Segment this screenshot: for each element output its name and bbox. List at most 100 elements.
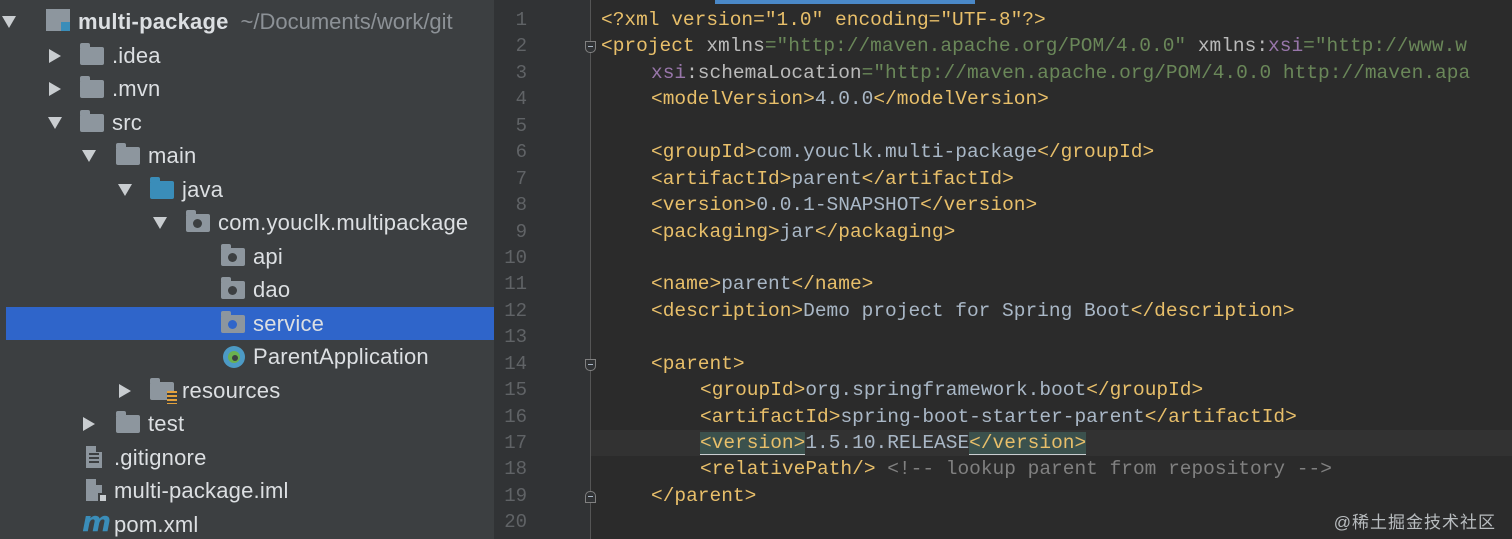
tree-item-package[interactable]: com.youclk.multipackage — [0, 206, 494, 239]
folder-icon — [116, 142, 142, 168]
code-line: <packaging>jar</packaging> — [651, 219, 955, 245]
tree-item-label: pom.xml — [114, 511, 199, 537]
line-number: 15 — [504, 379, 527, 401]
xml-attr: xmlns — [1186, 35, 1257, 57]
expand-arrow-icon[interactable] — [46, 72, 64, 105]
xml-text: parent — [791, 168, 862, 190]
tree-item-label: ParentApplication — [253, 343, 429, 369]
folder-icon — [80, 42, 106, 68]
fold-marker-icon[interactable] — [585, 491, 596, 503]
xml-tag: <version> — [651, 194, 757, 216]
xml-text: Demo project for Spring Boot — [803, 300, 1131, 322]
project-path: ~/Documents/work/git — [240, 8, 453, 34]
tree-item-parent-application[interactable]: ParentApplication — [0, 340, 494, 373]
tree-item-label: .mvn — [112, 75, 161, 101]
tree-item-gitignore[interactable]: .gitignore — [0, 441, 494, 474]
xml-text: 1.5.10.RELEASE — [805, 432, 970, 454]
fold-marker-icon[interactable] — [585, 41, 596, 53]
tree-item-label: api — [253, 243, 283, 269]
tree-root[interactable]: multi-package ~/Documents/work/git — [0, 5, 494, 38]
tree-item-test[interactable]: test — [0, 407, 494, 440]
line-number: 8 — [515, 194, 527, 216]
xml-attr: xmlns — [694, 35, 765, 57]
code-line: <groupId>com.youclk.multi-package</group… — [651, 139, 1154, 165]
tree-item-iml[interactable]: multi-package.iml — [0, 474, 494, 507]
xml-tag: </modelVersion> — [873, 88, 1049, 110]
collapse-arrow-icon[interactable] — [80, 139, 98, 172]
resources-folder-icon — [150, 377, 177, 404]
spring-boot-class-icon — [221, 345, 247, 369]
source-folder-icon — [150, 176, 176, 202]
tree-item-label: dao — [253, 276, 291, 302]
tree-item-java[interactable]: java — [0, 173, 494, 206]
collapse-arrow-icon[interactable] — [116, 173, 134, 206]
xml-tag: </version> — [969, 432, 1087, 455]
active-tab-indicator — [715, 0, 975, 4]
xml-declaration: <?xml version="1.0" encoding="UTF-8"?> — [601, 9, 1046, 31]
tree-item-main[interactable]: main — [0, 139, 494, 172]
xml-tag: </description> — [1130, 300, 1295, 322]
collapse-arrow-icon[interactable] — [0, 5, 18, 38]
xml-tag: </groupId> — [1086, 379, 1204, 401]
xml-value: ="http://www.w — [1303, 35, 1467, 57]
folder-icon — [80, 75, 106, 101]
tree-item-src[interactable]: src — [0, 106, 494, 139]
tree-item-label: resources — [182, 377, 281, 403]
collapse-arrow-icon[interactable] — [46, 106, 64, 139]
line-number: 3 — [515, 62, 527, 84]
tree-item-label: test — [148, 410, 185, 436]
xml-tag: </groupId> — [1037, 141, 1155, 163]
tree-item-label: .gitignore — [114, 444, 207, 470]
line-number: 16 — [504, 406, 527, 428]
module-file-icon — [82, 478, 108, 503]
code-line: </parent> — [651, 483, 756, 509]
tree-item-pom[interactable]: m pom.xml — [0, 506, 494, 539]
xml-text: 4.0.0 — [814, 88, 874, 110]
xml-tag: <description> — [651, 300, 804, 322]
code-line: <version>0.0.1-SNAPSHOT</version> — [651, 192, 1037, 218]
tree-item-mvn[interactable]: .mvn — [0, 72, 494, 105]
tree-item-resources[interactable]: resources — [0, 374, 494, 407]
xml-tag: </artifactId> — [1144, 406, 1297, 428]
line-number: 10 — [504, 247, 527, 269]
xml-tag: <version> — [700, 432, 806, 455]
xml-tag: <groupId> — [651, 141, 757, 163]
tree-item-label: java — [182, 176, 224, 202]
code-line: <name>parent</name> — [651, 271, 873, 297]
xml-tag: <modelVersion> — [651, 88, 815, 110]
tree-item-service[interactable]: service — [6, 307, 494, 340]
package-icon — [221, 310, 247, 336]
expand-arrow-icon[interactable] — [116, 374, 134, 407]
line-number: 13 — [504, 326, 527, 348]
xml-namespace: xsi — [1268, 35, 1304, 57]
code-line: <artifactId>spring-boot-starter-parent</… — [700, 404, 1297, 430]
tree-item-api[interactable]: api — [0, 240, 494, 273]
tree-item-label: service — [253, 310, 325, 336]
tree-item-label: main — [148, 142, 197, 168]
expand-arrow-icon[interactable] — [46, 39, 64, 72]
code-line: <groupId>org.springframework.boot</group… — [700, 377, 1203, 403]
xml-text: spring-boot-starter-parent — [840, 406, 1145, 428]
xml-tag: </parent> — [651, 485, 757, 507]
code-line: <?xml version="1.0" encoding="UTF-8"?> — [601, 7, 1046, 33]
xml-tag: </artifactId> — [861, 168, 1014, 190]
tree-item-label: .idea — [112, 42, 161, 68]
tree-item-dao[interactable]: dao — [0, 273, 494, 306]
line-number: 4 — [515, 88, 527, 110]
xml-tag: <packaging> — [651, 221, 780, 243]
line-number: 18 — [504, 458, 527, 480]
code-line: <modelVersion>4.0.0</modelVersion> — [651, 86, 1049, 112]
xml-value: ="http://maven.apache.org/POM/4.0.0 http… — [861, 62, 1471, 84]
expand-arrow-icon[interactable] — [80, 407, 98, 440]
code-line: <parent> — [651, 351, 745, 377]
tree-item-idea[interactable]: .idea — [0, 39, 494, 72]
xml-colon: : — [1256, 35, 1269, 57]
text-file-icon — [82, 445, 108, 470]
fold-marker-icon[interactable] — [585, 359, 596, 371]
line-number: 1 — [515, 9, 527, 31]
collapse-arrow-icon[interactable] — [151, 206, 169, 239]
package-icon — [221, 243, 247, 269]
line-number: 14 — [504, 353, 527, 375]
xml-namespace: xsi — [651, 62, 687, 84]
watermark: @稀土掘金技术社区 — [1333, 513, 1496, 532]
